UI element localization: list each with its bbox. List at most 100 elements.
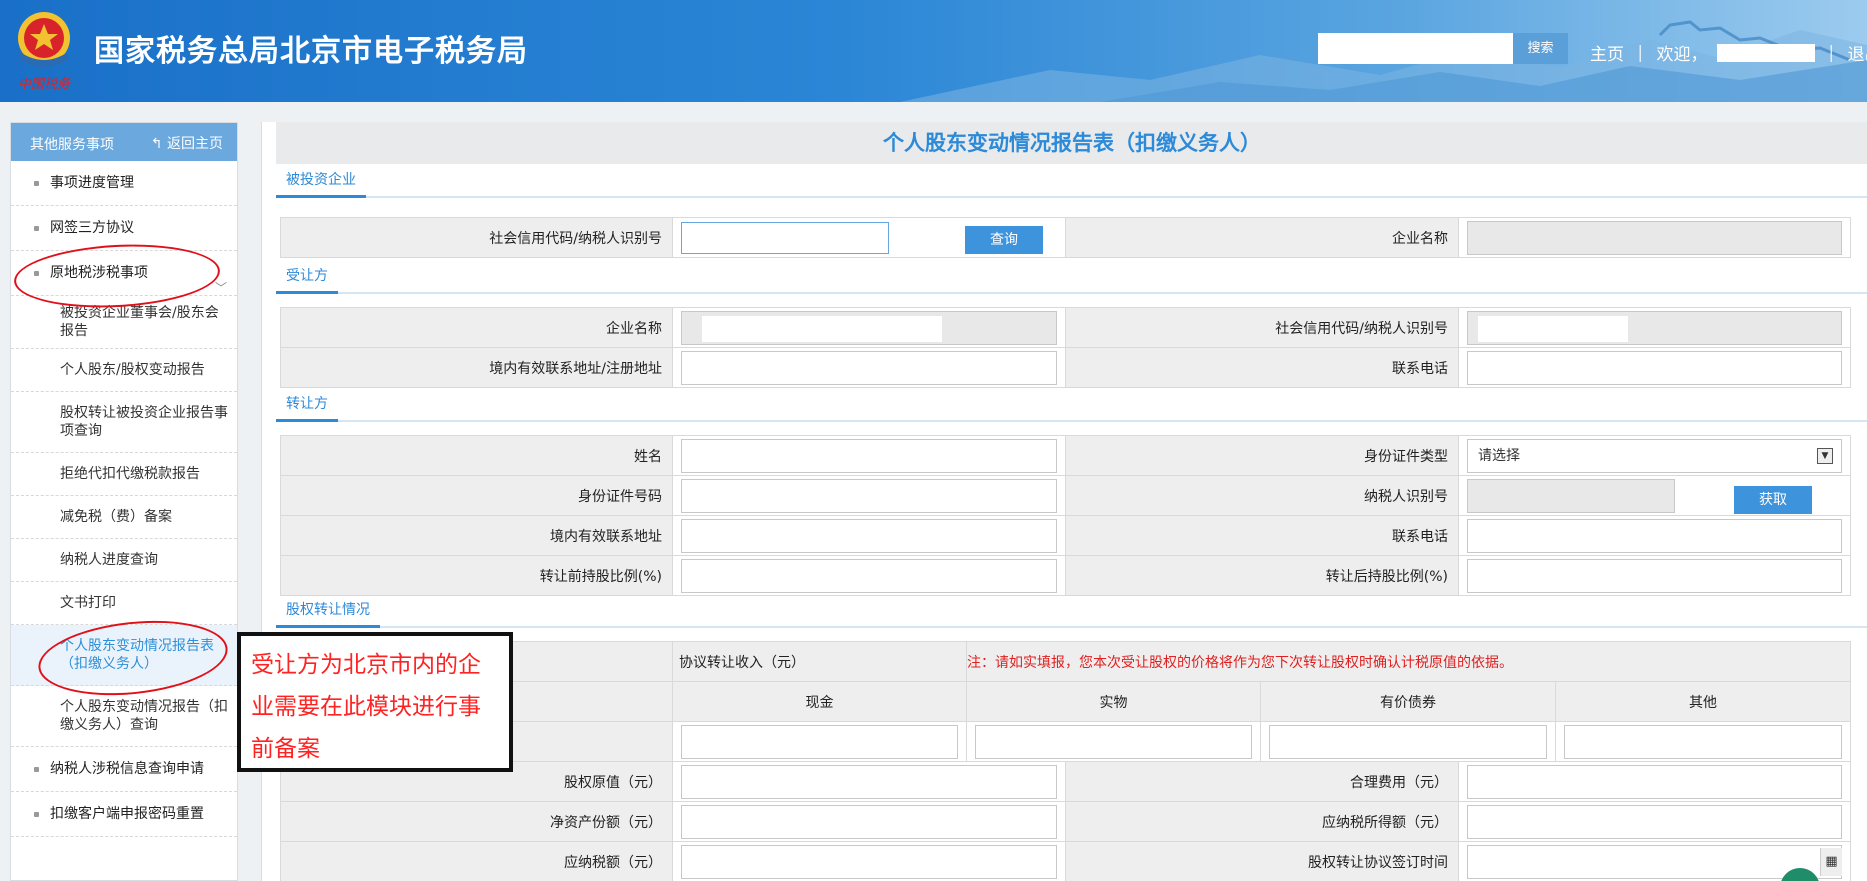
net-asset-label: 净资产份额（元） (280, 801, 673, 842)
transferee-name-label: 企业名称 (280, 307, 673, 348)
company-name-label: 企业名称 (1065, 217, 1459, 258)
get-button[interactable]: 获取 (1734, 486, 1812, 514)
taxable-income-label: 应纳税所得额（元） (1065, 801, 1459, 842)
before-ratio-cell (672, 555, 1066, 596)
redacted-value (702, 315, 942, 342)
goods-cell (966, 721, 1261, 762)
id-type-select[interactable]: 请选择 ▼ (1467, 438, 1842, 473)
credit-code-input[interactable] (681, 221, 889, 254)
query-button[interactable]: 查询 (965, 226, 1043, 254)
after-ratio-label: 转让后持股比例(%) (1065, 555, 1459, 596)
other-cell (1554, 721, 1852, 762)
transferor-name-label: 姓名 (280, 435, 673, 476)
welcome-text: 欢迎， (1656, 45, 1708, 65)
transferee-phone-input[interactable] (1467, 350, 1842, 385)
sidebar-item-progress[interactable]: 事项进度管理 (11, 161, 237, 206)
id-type-value: 请选择 (1478, 447, 1520, 464)
sidebar-item-equity-transfer-query[interactable]: 股权转让被投资企业报告事项查询 (11, 392, 237, 453)
svg-text:中国税务: 中国税务 (18, 77, 71, 92)
cash-input[interactable] (681, 724, 958, 759)
section-label: 受让方 (276, 265, 338, 294)
tax-emblem-logo[interactable]: 中国税务 (10, 8, 78, 92)
calendar-icon[interactable]: ▦ (1820, 848, 1842, 876)
section-label: 股权转让情况 (276, 599, 380, 628)
home-link[interactable]: 主页 (1590, 40, 1624, 65)
reasonable-cost-label: 合理费用（元） (1065, 761, 1459, 802)
nav-separator: | (1637, 42, 1644, 63)
transferee-phone-label: 联系电话 (1065, 347, 1459, 388)
goods-input[interactable] (975, 724, 1252, 759)
username-redacted (1716, 43, 1815, 62)
taxpayer-id-input (1467, 478, 1675, 513)
original-value-input[interactable] (681, 764, 1057, 799)
original-value-cell (672, 761, 1066, 802)
securities-input[interactable] (1269, 724, 1547, 759)
annotation-callout: 受让方为北京市内的企业需要在此模块进行事前备案 (237, 632, 513, 772)
taxable-income-cell (1458, 801, 1851, 842)
securities-cell (1260, 721, 1556, 762)
price-basis-note: 注：请如实填报，您本次受让股权的价格将作为您下次转让股权时确认计税原值的依据。 (967, 654, 1513, 671)
sidebar-item-info-query[interactable]: 纳税人涉税信息查询申请 (11, 747, 237, 792)
transferee-address-input[interactable] (681, 350, 1057, 385)
credit-code-cell: 查询 (672, 217, 1066, 258)
before-ratio-input[interactable] (681, 558, 1057, 593)
dropdown-arrow-icon[interactable]: ▼ (1817, 447, 1833, 464)
transferor-name-input[interactable] (681, 438, 1057, 473)
site-title: 国家税务总局北京市电子税务局 (94, 34, 528, 69)
back-home-link[interactable]: ↰ 返回主页 (151, 133, 223, 153)
tax-payable-input[interactable] (681, 844, 1057, 879)
transferee-phone-cell (1458, 347, 1851, 388)
search-button[interactable]: 搜索 (1513, 33, 1568, 64)
equity-amount-table: 股权原值（元） 合理费用（元） 净资产份额（元） 应纳税所得额（元） 应纳税额（… (280, 761, 1851, 881)
transferee-name-field (681, 310, 1057, 345)
section-label: 转让方 (276, 393, 338, 422)
tax-payable-cell (672, 841, 1066, 881)
transferor-phone-input[interactable] (1467, 518, 1842, 553)
taxpayer-id-cell: 获取 (1458, 475, 1851, 516)
transferor-address-input[interactable] (681, 518, 1057, 553)
after-ratio-cell (1458, 555, 1851, 596)
section-label: 被投资企业 (276, 169, 366, 198)
nav-separator: | (1828, 42, 1835, 63)
sidebar-item-equity-change[interactable]: 个人股东/股权变动报告 (11, 349, 237, 392)
transferee-code-label: 社会信用代码/纳税人识别号 (1065, 307, 1459, 348)
taxable-income-input[interactable] (1467, 804, 1842, 839)
id-number-label: 身份证件号码 (280, 475, 673, 516)
logout-link[interactable]: 退出 (1848, 40, 1867, 65)
section-equity: 股权转让情况 (276, 598, 1867, 628)
back-arrow-icon: ↰ (150, 136, 167, 152)
net-asset-input[interactable] (681, 804, 1057, 839)
company-name-cell (1458, 217, 1851, 258)
equity-income-table: 协议转让收入（元） 注：请如实填报，您本次受让股权的价格将作为您下次转让股权时确… (280, 641, 1852, 762)
credit-code-label: 社会信用代码/纳税人识别号 (280, 217, 673, 258)
transferor-address-label: 境内有效联系地址 (280, 515, 673, 556)
sidebar-item-refuse-withholding[interactable]: 拒绝代扣代缴税款报告 (11, 453, 237, 496)
other-input[interactable] (1564, 724, 1843, 759)
taxpayer-id-label: 纳税人识别号 (1065, 475, 1459, 516)
section-invested: 被投资企业 (276, 168, 1867, 198)
after-ratio-input[interactable] (1467, 558, 1842, 593)
col-goods: 实物 (966, 681, 1261, 722)
id-number-input[interactable] (681, 478, 1057, 513)
transferor-table: 姓名 身份证件类型 请选择 ▼ 身份证件号码 纳税人识别号 获取 境内有效联系地址… (280, 435, 1851, 596)
id-type-cell: 请选择 ▼ (1458, 435, 1851, 476)
sidebar-item-password-reset[interactable]: 扣缴客户端申报密码重置 (11, 792, 237, 837)
col-cash: 现金 (672, 681, 967, 722)
net-asset-cell (672, 801, 1066, 842)
sidebar-item-tax-exemption[interactable]: 减免税（费）备案 (11, 496, 237, 539)
tax-payable-label: 应纳税额（元） (280, 841, 673, 881)
back-home-label: 返回主页 (167, 136, 223, 152)
sidebar-item-taxpayer-progress[interactable]: 纳税人进度查询 (11, 539, 237, 582)
page-title: 个人股东变动情况报告表（扣缴义务人） (276, 122, 1867, 164)
transferee-code-field (1467, 310, 1842, 345)
transferee-table: 企业名称 社会信用代码/纳税人识别号 境内有效联系地址/注册地址 联系电话 (280, 307, 1851, 388)
sidebar-item-shareholder-report-query[interactable]: 个人股东变动情况报告（扣缴义务人）查询 (11, 686, 237, 747)
col-securities: 有价债券 (1260, 681, 1556, 722)
cash-cell (672, 721, 967, 762)
sign-date-label: 股权转让协议签订时间 (1065, 841, 1459, 881)
sidebar-item-document-print[interactable]: 文书打印 (11, 582, 237, 625)
section-transferor: 转让方 (276, 392, 1867, 422)
sidebar: 其他服务事项 ↰ 返回主页 事项进度管理 网签三方协议 原地税涉税事项 ﹀ 被投… (10, 122, 238, 881)
search-input[interactable] (1318, 33, 1513, 64)
reasonable-cost-input[interactable] (1467, 764, 1842, 799)
